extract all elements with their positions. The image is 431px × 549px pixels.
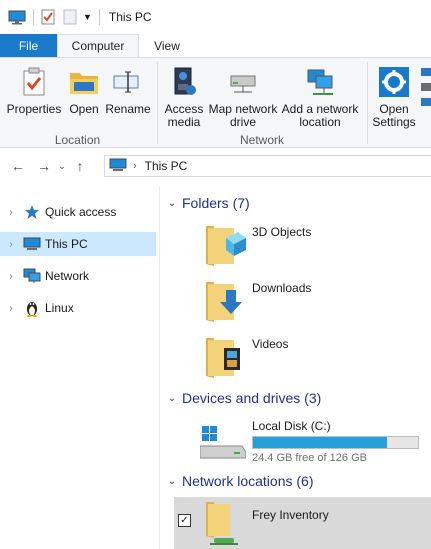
add-network-location-button[interactable]: Add a network location (281, 63, 359, 129)
nav-label-this-pc: This PC (45, 237, 88, 251)
item-checkbox[interactable]: ✓ (178, 514, 191, 527)
quick-access-dropdown-icon[interactable]: ▼ (83, 7, 92, 27)
network-location-icon (305, 63, 335, 101)
open-label: Open (69, 102, 99, 116)
map-network-drive-label: Map network drive (208, 102, 278, 129)
3d-objects-folder-icon (204, 220, 246, 268)
network-group-label: Network (239, 133, 284, 147)
network-location-label: Frey Inventory (252, 508, 329, 522)
nav-label-network: Network (45, 269, 90, 283)
folder-label: Downloads (252, 281, 312, 295)
nav-label-quick-access: Quick access (45, 205, 117, 219)
add-network-location-label: Add a network location (281, 102, 359, 129)
properties-button[interactable]: Properties (7, 63, 61, 116)
network-icon (22, 268, 42, 284)
settings-gear-icon (378, 63, 410, 101)
network-locations-group-title: Network locations (6) (182, 473, 314, 489)
breadcrumb-this-pc[interactable]: This PC (145, 159, 188, 173)
network-locations-group-header[interactable]: ⌄ Network locations (6) (164, 471, 430, 491)
computer-icon (22, 237, 42, 251)
open-settings-label: Open Settings (372, 102, 416, 129)
this-pc-small-icon (109, 158, 127, 175)
breadcrumb-chevron-icon[interactable]: › (133, 160, 137, 172)
window-title: This PC (108, 10, 152, 24)
open-settings-button[interactable]: Open Settings (371, 63, 417, 129)
ribbon-overflow-icons[interactable] (420, 66, 431, 110)
map-network-drive-icon (228, 63, 258, 101)
expand-chevron-icon[interactable]: › (0, 239, 22, 250)
tab-computer[interactable]: Computer (57, 34, 139, 57)
open-button[interactable]: Open (66, 63, 102, 116)
rename-label: Rename (105, 102, 151, 116)
nav-item-linux[interactable]: › Linux (0, 296, 156, 320)
network-folder-icon (200, 498, 240, 549)
properties-icon (22, 63, 46, 101)
nav-item-quick-access[interactable]: › Quick access (0, 200, 156, 224)
star-icon (22, 204, 42, 220)
nav-item-network[interactable]: › Network (0, 264, 156, 288)
collapse-chevron-icon[interactable]: ⌄ (164, 393, 180, 404)
map-network-drive-button[interactable]: Map network drive (207, 63, 279, 129)
tab-view[interactable]: View (139, 34, 195, 57)
videos-folder-icon (204, 332, 246, 380)
back-arrow-icon[interactable]: ← (7, 155, 29, 177)
forward-arrow-icon[interactable]: → (33, 155, 55, 177)
ribbon: Properties Open Rename Location Access m… (0, 57, 431, 148)
devices-group-title: Devices and drives (3) (182, 390, 322, 406)
ribbon-divider-2 (367, 62, 368, 144)
drive-usage-fill (253, 437, 387, 448)
drive-item-local-disk[interactable]: Local Disk (C:) 24.4 GB free of 126 GB (199, 416, 430, 466)
ribbon-divider (157, 62, 158, 144)
title-bar: ▼ This PC (0, 0, 431, 34)
address-bar[interactable]: › This PC (104, 155, 431, 177)
navigation-pane: › Quick access › This PC › Network › Lin… (0, 196, 158, 549)
access-media-button[interactable]: Access media (162, 63, 206, 129)
tab-file[interactable]: File (0, 34, 57, 57)
folder-item-3d-objects[interactable]: 3D Objects (204, 220, 424, 272)
rename-button[interactable]: Rename (105, 63, 151, 116)
location-group-label: Location (54, 133, 101, 147)
network-location-item[interactable]: ✓ Frey Inventory (174, 497, 431, 549)
collapse-chevron-icon[interactable]: ⌄ (164, 198, 180, 209)
folders-group-header[interactable]: ⌄ Folders (7) (164, 193, 430, 213)
up-arrow-icon[interactable]: ↑ (69, 155, 91, 177)
drive-label: Local Disk (C:) (252, 419, 331, 433)
access-media-label: Access media (164, 102, 204, 129)
expand-chevron-icon[interactable]: › (0, 271, 22, 282)
recent-locations-chevron-icon[interactable]: ⌄ (55, 155, 69, 177)
new-folder-quick-icon[interactable] (63, 7, 77, 27)
folder-item-videos[interactable]: Videos (204, 332, 424, 384)
downloads-folder-icon (204, 276, 246, 324)
expand-chevron-icon[interactable]: › (0, 303, 22, 314)
folders-group-title: Folders (7) (182, 195, 250, 211)
folder-item-downloads[interactable]: Downloads (204, 276, 424, 328)
folder-label: 3D Objects (252, 225, 312, 239)
rename-icon (113, 63, 143, 101)
folder-label: Videos (252, 337, 289, 351)
local-disk-drive-icon (199, 426, 247, 463)
open-folder-icon (69, 63, 99, 101)
ribbon-tabs: File Computer View (0, 34, 431, 57)
computer-icon[interactable] (8, 7, 26, 27)
drive-usage-bar (252, 436, 419, 449)
collapse-chevron-icon[interactable]: ⌄ (164, 476, 180, 487)
content-pane: ⌄ Folders (7) 3D Objects Downloads Video… (160, 186, 431, 549)
drive-free-space: 24.4 GB free of 126 GB (252, 452, 367, 464)
properties-label: Properties (6, 102, 62, 116)
expand-chevron-icon[interactable]: › (0, 207, 22, 218)
nav-item-this-pc[interactable]: › This PC (0, 232, 156, 256)
access-media-icon (171, 63, 197, 101)
navigation-bar: ← → ⌄ ↑ › This PC (0, 150, 431, 182)
title-separator-2 (98, 9, 100, 25)
linux-penguin-icon (22, 299, 42, 317)
nav-label-linux: Linux (45, 301, 74, 315)
devices-group-header[interactable]: ⌄ Devices and drives (3) (164, 388, 430, 408)
properties-quick-icon[interactable] (41, 7, 55, 27)
title-separator (33, 9, 34, 25)
